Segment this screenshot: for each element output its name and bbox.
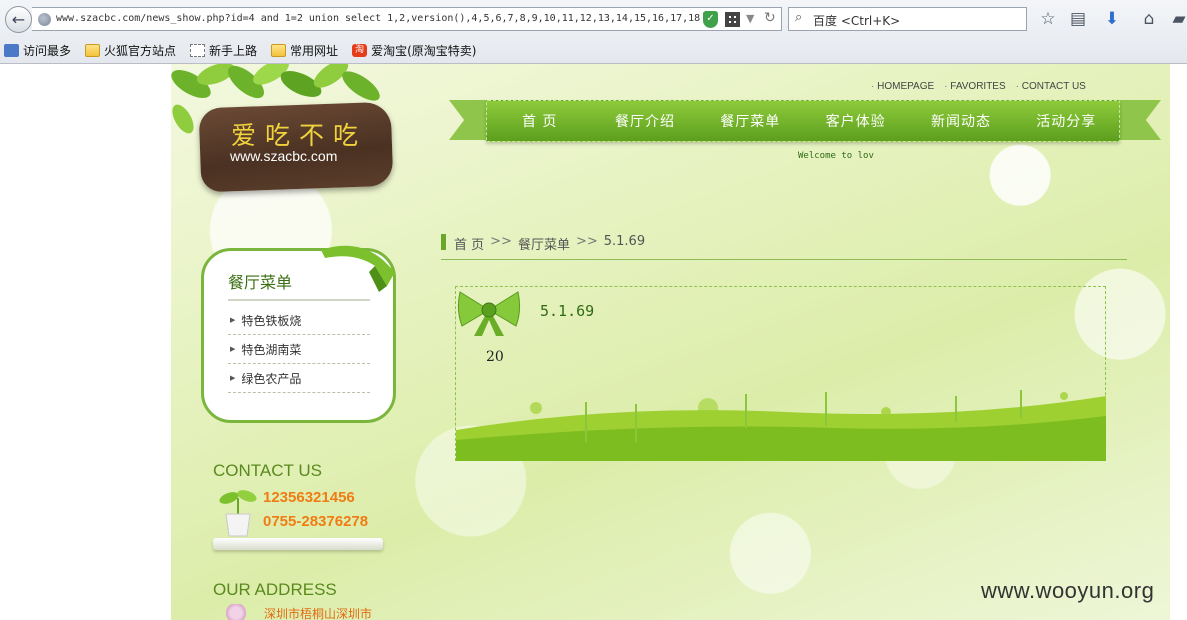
green-ribbon-icon (321, 245, 395, 292)
watermark: www.wooyun.org (981, 578, 1155, 603)
nav-events[interactable]: 活动分享 (1014, 111, 1119, 131)
nav-experience[interactable]: 客户体验 (803, 111, 908, 131)
url-text[interactable]: www.szacbc.com/news_show.php?id=4 and 1=… (56, 13, 724, 24)
bookmark-label: 常用网址 (290, 43, 339, 58)
breadcrumb: 首 页 >> 餐厅菜单 >> 5.1.69 (454, 234, 645, 253)
bookmark-label: 访问最多 (23, 43, 72, 58)
sidebar-menu-title: 餐厅菜单 (228, 273, 293, 292)
breadcrumb-separator: >> (490, 234, 512, 249)
flower-icon (225, 604, 247, 620)
home-icon[interactable]: ⌂ (1138, 8, 1160, 30)
nav-home[interactable]: 首 页 (487, 111, 592, 131)
welcome-marquee: Welcome to lov (798, 151, 874, 161)
browser-toolbar: ← www.szacbc.com/news_show.php?id=4 and … (0, 0, 1187, 64)
menu-divider (228, 299, 370, 301)
sprout-pot-icon (219, 490, 257, 537)
triangle-bullet-icon: ▶ (230, 345, 236, 353)
breadcrumb-separator: >> (575, 234, 598, 249)
bookmark-label: 新手上路 (209, 43, 258, 58)
refresh-icon[interactable]: ↻ (764, 10, 776, 26)
breadcrumb-current: 5.1.69 (603, 234, 646, 249)
download-icon[interactable]: ⬇ (1101, 8, 1123, 30)
triangle-bullet-icon: ▶ (230, 316, 236, 324)
folder-icon (271, 43, 287, 57)
search-icon: ⌕ (795, 10, 803, 25)
article-body: 20 (486, 349, 504, 365)
chat-icon[interactable]: ▰ (1168, 8, 1187, 30)
nav-about[interactable]: 餐厅介绍 (592, 111, 697, 131)
bookmark-label: 爱淘宝(原淘宝特卖) (371, 43, 477, 58)
logo-title: 爱吃不吃 (231, 121, 368, 150)
sidebar-item-label: 绿色农产品 (241, 371, 302, 386)
sidebar-item-hunan[interactable]: ▶ 特色湖南菜 (228, 335, 370, 364)
web-page: 爱吃不吃 www.szacbc.com HOMEPAGE FAVORITES C… (171, 64, 1170, 620)
shield-icon[interactable]: ✓ (703, 11, 718, 28)
bow-icon (457, 291, 521, 336)
phone-number-2[interactable]: 0755-28376278 (263, 513, 368, 530)
folder-icon (85, 43, 101, 57)
top-links: HOMEPAGE FAVORITES CONTACT US (871, 81, 1086, 92)
nav-menu[interactable]: 餐厅菜单 (698, 111, 803, 131)
breadcrumb-marker (441, 234, 446, 250)
bookmark-star-icon[interactable]: ☆ (1037, 8, 1059, 30)
breadcrumb-section[interactable]: 餐厅菜单 (518, 234, 570, 253)
sidebar-menu-list: ▶ 特色铁板烧 ▶ 特色湖南菜 ▶ 绿色农产品 (228, 306, 370, 393)
bookmark-label: 火狐官方站点 (104, 43, 177, 58)
bookmark-aitaobao[interactable]: 淘 爱淘宝(原淘宝特卖) (348, 42, 476, 59)
logo-url: www.szacbc.com (230, 148, 338, 164)
shelf-decoration (213, 538, 383, 550)
grass-decoration (456, 390, 1106, 461)
search-input[interactable]: 百度 <Ctrl+K> (813, 12, 900, 29)
contact-heading: CONTACT US (213, 461, 322, 480)
most-visited-icon (4, 43, 19, 57)
phone-number-1[interactable]: 12356321456 (263, 489, 355, 506)
main-nav: 首 页 餐厅介绍 餐厅菜单 客户体验 新闻动态 活动分享 (486, 100, 1120, 142)
back-arrow-icon: ← (11, 10, 26, 29)
triangle-bullet-icon: ▶ (230, 374, 236, 382)
sidebar-item-teppanyaki[interactable]: ▶ 特色铁板烧 (228, 306, 370, 335)
breadcrumb-home[interactable]: 首 页 (454, 234, 484, 253)
reading-list-icon[interactable]: ▤ (1067, 8, 1089, 30)
bookmark-firefox-site[interactable]: 火狐官方站点 (81, 42, 176, 59)
right-gutter (1170, 64, 1187, 620)
article-title: 5.1.69 (540, 302, 595, 320)
link-homepage[interactable]: HOMEPAGE (871, 81, 934, 92)
blank-page-icon (190, 43, 206, 57)
sidebar-item-label: 特色铁板烧 (241, 313, 302, 328)
address-heading: OUR ADDRESS (213, 580, 337, 599)
nav-news[interactable]: 新闻动态 (908, 111, 1013, 131)
sidebar-item-green-produce[interactable]: ▶ 绿色农产品 (228, 364, 370, 393)
qr-code-icon[interactable] (725, 12, 740, 27)
url-dropdown-icon[interactable]: ▼ (746, 12, 754, 25)
link-favorites[interactable]: FAVORITES (944, 81, 1005, 92)
bookmark-getting-started[interactable]: 新手上路 (186, 42, 257, 59)
bookmark-most-visited[interactable]: 访问最多 (0, 42, 71, 59)
search-bar[interactable]: ⌕ 百度 <Ctrl+K> (788, 7, 1027, 31)
taobao-icon: 淘 (352, 43, 368, 57)
bookmark-common-sites[interactable]: 常用网址 (267, 42, 338, 59)
back-button[interactable]: ← (5, 6, 32, 33)
link-contact-us[interactable]: CONTACT US (1016, 81, 1086, 92)
address-bar[interactable]: www.szacbc.com/news_show.php?id=4 and 1=… (32, 7, 782, 31)
bookmarks-bar: 访问最多 火狐官方站点 新手上路 常用网址 淘 爱淘宝(原淘宝特卖) (0, 39, 1187, 61)
breadcrumb-underline (441, 259, 1127, 260)
sidebar-item-label: 特色湖南菜 (241, 342, 302, 357)
address-text: 深圳市梧桐山深圳市 (264, 607, 373, 620)
globe-icon (38, 13, 51, 26)
